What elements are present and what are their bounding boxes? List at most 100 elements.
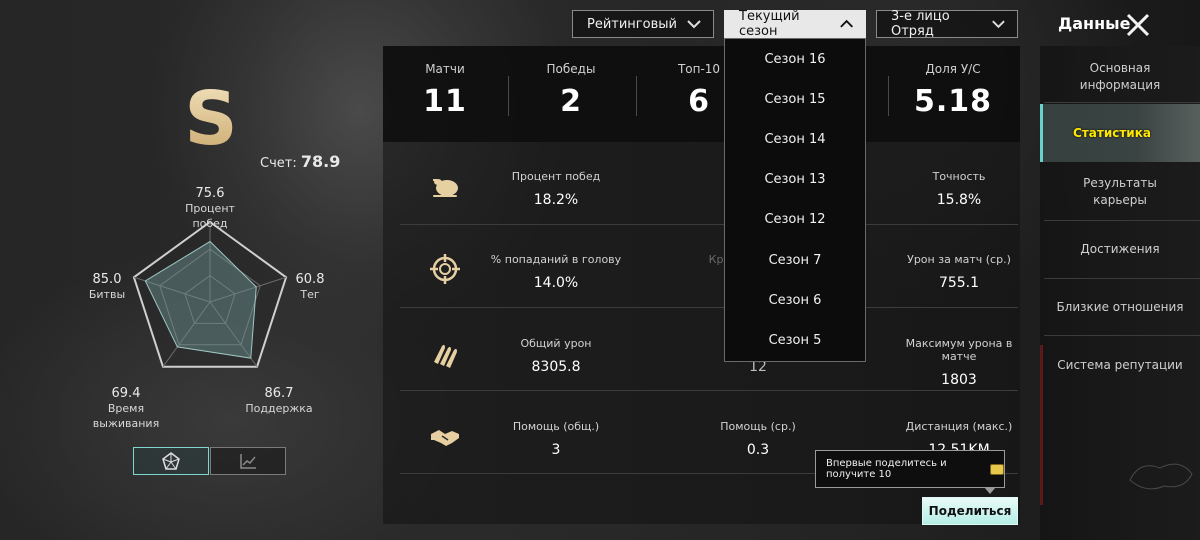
season-menu-item[interactable]: Сезон 5	[725, 320, 865, 360]
stat-value: 1803	[941, 372, 977, 388]
perspective-dropdown[interactable]: 3-е лицо Отряд	[876, 9, 1018, 39]
grade-letter: S	[184, 80, 237, 160]
stat-assists-avg: Помощь (ср.) 0.3	[688, 420, 828, 458]
stat-value: 755.1	[938, 275, 980, 291]
stat-accuracy: Точность 15.8%	[889, 170, 1029, 208]
chevron-up-icon	[839, 19, 853, 28]
radar-battles: 85.0 Битвы	[82, 272, 132, 302]
stat-value: 3	[551, 442, 561, 458]
stat-assists-total: Помощь (общ.) 3	[486, 420, 626, 458]
close-icon[interactable]	[1124, 11, 1152, 39]
season-menu-item[interactable]: Сезон 14	[725, 119, 865, 159]
summary-wins: Победы 2	[506, 62, 636, 119]
season-menu-item[interactable]: Сезон 13	[725, 160, 865, 200]
sidebar-item-career-results[interactable]: Результаты карьеры	[1040, 175, 1200, 209]
radar-survival-label: Время выживания	[92, 402, 160, 430]
stat-headshot: % попаданий в голову 14.0%	[486, 253, 626, 291]
handshake-icon	[431, 430, 459, 446]
season-menu-item[interactable]: Сезон 15	[725, 79, 865, 119]
sidebar-item-statistics[interactable]: Статистика	[1040, 104, 1200, 162]
season-menu-item[interactable]: Сезон 12	[725, 200, 865, 240]
summary-matches: Матчи 11	[380, 62, 510, 119]
radar-support-label: Поддержка	[245, 402, 313, 415]
stat-label: Помощь (общ.)	[512, 420, 600, 433]
row-divider	[400, 224, 1018, 225]
page-title: Данные	[1058, 14, 1131, 33]
radar-support-value: 86.7	[264, 386, 294, 401]
map-decoration-icon	[1129, 463, 1193, 490]
sidebar-item-achievements[interactable]: Достижения	[1040, 241, 1200, 258]
trend-view-button[interactable]	[210, 447, 286, 475]
season-menu-item[interactable]: Сезон 7	[725, 240, 865, 280]
sidebar-item-basic-info[interactable]: Основная информация	[1040, 60, 1200, 94]
stat-value: 18.2%	[533, 192, 579, 208]
row-divider	[400, 307, 1018, 308]
divider	[1044, 220, 1200, 221]
pentagon-icon	[162, 452, 180, 470]
stat-label: Помощь (ср.)	[720, 420, 796, 433]
chevron-down-icon	[687, 20, 701, 29]
summary-kd-value: 5.18	[913, 84, 993, 119]
divider	[1044, 335, 1200, 336]
chicken-dinner-icon	[433, 179, 458, 197]
radar-battles-label: Битвы	[88, 288, 126, 301]
row-divider	[400, 390, 1018, 391]
stat-label: Максимум урона в матче	[905, 337, 1013, 363]
season-menu-item[interactable]: Сезон 6	[725, 280, 865, 320]
sidebar-item-statistics-label: Статистика	[1073, 126, 1151, 140]
line-chart-icon	[240, 454, 256, 469]
perspective-dropdown-label: 3-е лицо Отряд	[891, 9, 950, 39]
radar-tag: 60.8 Тег	[280, 272, 340, 302]
stat-label: Урон за матч (ср.)	[907, 253, 1011, 266]
radar-tag-value: 60.8	[295, 272, 325, 287]
grade-s-badge: S	[184, 80, 237, 160]
season-dropdown-label: Текущий сезон	[739, 9, 800, 39]
summary-matches-value: 11	[423, 84, 467, 119]
stat-win-rate: Процент побед 18.2%	[486, 170, 626, 208]
score-value: 78.9	[300, 152, 341, 171]
radar-win-rate-label: Процент побед	[185, 202, 235, 230]
stat-label: Дистанция (макс.)	[905, 420, 1013, 433]
tooltip-arrow	[984, 487, 996, 494]
radar-tag-label: Тег	[300, 288, 320, 301]
summary-kd: Доля У/С 5.18	[888, 62, 1018, 119]
summary-matches-label: Матчи	[425, 62, 465, 76]
radar-survival: 69.4 Время выживания	[78, 386, 174, 431]
stat-label: Процент побед	[511, 170, 601, 183]
stat-damage-avg: Урон за матч (ср.) 755.1	[889, 253, 1029, 291]
sidebar-item-reputation[interactable]: Система репутации	[1040, 357, 1200, 374]
radar-battles-value: 85.0	[92, 272, 122, 287]
share-button[interactable]: Поделиться	[922, 497, 1018, 525]
score-label: Счет:	[260, 156, 297, 171]
stat-value: 8305.8	[531, 359, 581, 375]
season-menu-item[interactable]: Сезон 16	[725, 39, 865, 79]
score: Счет: 78.9	[260, 152, 340, 171]
mode-dropdown[interactable]: Рейтинговый	[572, 10, 714, 38]
share-reward-tooltip: Впервые поделитесь и получите 10	[815, 450, 1005, 494]
bullets-icon	[434, 344, 457, 368]
sidebar-item-relations[interactable]: Близкие отношения	[1040, 299, 1200, 316]
radar-view-button[interactable]	[133, 447, 209, 475]
stat-label: Общий урон	[520, 337, 592, 350]
stat-value: 0.3	[746, 442, 770, 458]
season-menu: Сезон 16 Сезон 15 Сезон 14 Сезон 13 Сезо…	[724, 38, 866, 362]
divider	[1044, 102, 1200, 103]
share-reward-text: Впервые поделитесь и получите 10	[826, 458, 947, 480]
radar-win-rate-value: 75.6	[195, 186, 225, 201]
stat-total-damage: Общий урон 8305.8	[486, 337, 626, 375]
crosshair-icon	[430, 254, 460, 284]
summary-wins-value: 2	[560, 84, 582, 119]
stat-max-damage: Максимум урона в матче 1803	[889, 337, 1029, 388]
stat-label: Точность	[932, 170, 986, 183]
season-dropdown[interactable]: Текущий сезон	[724, 9, 866, 39]
radar-survival-value: 69.4	[111, 386, 141, 401]
mode-dropdown-label: Рейтинговый	[587, 16, 677, 32]
divider	[1044, 278, 1200, 279]
summary-wins-label: Победы	[546, 62, 596, 76]
radar-win-rate: 75.6 Процент побед	[172, 186, 248, 231]
chevron-down-icon	[992, 20, 1005, 29]
stat-value: 15.8%	[936, 192, 982, 208]
summary-kd-label: Доля У/С	[925, 62, 981, 76]
coin-icon	[990, 463, 1004, 475]
stat-label: % попаданий в голову	[490, 253, 622, 266]
